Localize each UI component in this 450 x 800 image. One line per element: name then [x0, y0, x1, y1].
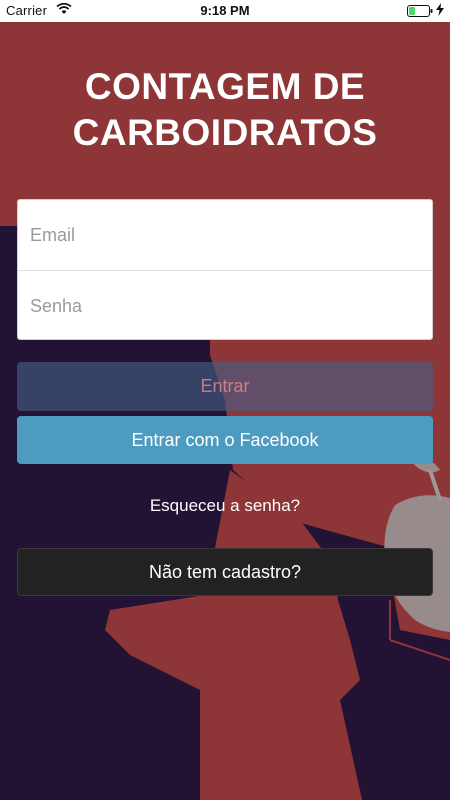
- forgot-password-link[interactable]: Esqueceu a senha?: [0, 496, 450, 516]
- password-field[interactable]: [18, 271, 432, 339]
- login-button[interactable]: Entrar: [17, 362, 433, 411]
- email-field[interactable]: [18, 200, 432, 270]
- login-form: [17, 199, 433, 340]
- signup-button[interactable]: Não tem cadastro?: [17, 548, 433, 596]
- battery-icon: [407, 5, 433, 20]
- status-bar: Carrier 9:18 PM: [0, 0, 450, 22]
- charging-bolt-icon: [436, 3, 444, 19]
- facebook-login-button[interactable]: Entrar com o Facebook: [17, 416, 433, 464]
- login-screen: Carrier 9:18 PM CONTAGEM DE CARBOIDRATOS: [0, 0, 450, 800]
- status-time: 9:18 PM: [200, 3, 250, 18]
- app-title: CONTAGEM DE CARBOIDRATOS: [72, 66, 378, 153]
